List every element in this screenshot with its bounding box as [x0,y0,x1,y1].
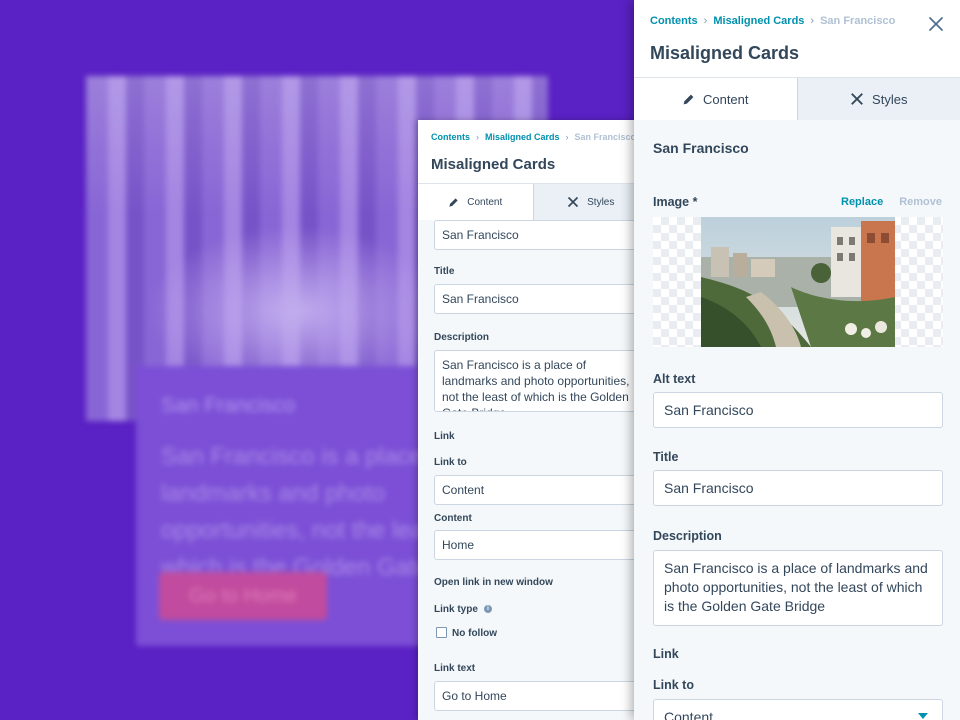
link-to-label: Link to [653,678,694,692]
tab-label: Content [467,196,503,208]
editor-panel-front: Contents › Misaligned Cards › San Francisco … [634,0,960,720]
tab-label: Content [702,91,749,107]
replace-image-button[interactable]: Replace [841,196,883,208]
preview-card-title: San Francisco [161,394,296,417]
san-francisco-photo [701,217,895,347]
styles-icon [568,196,579,208]
page-title: Misaligned Cards [650,43,800,63]
alt-text-input[interactable]: San Francisco [434,220,648,250]
tab-label: Styles [872,91,908,107]
tab-bar: Content Styles [418,183,648,221]
info-icon[interactable]: i [483,605,492,614]
open-new-window-label: Open link in new window [434,577,553,588]
title-label: Title [434,266,455,277]
breadcrumb: Contents › Misaligned Cards › San Francisco [431,132,637,142]
page-title: Misaligned Cards [431,156,556,173]
styles-icon [851,93,863,105]
link-to-label: Link to [434,457,467,468]
no-follow-label: No follow [452,628,497,639]
remove-image-button[interactable]: Remove [899,196,942,208]
pencil-icon [449,197,458,207]
title-label: Title [653,450,679,464]
breadcrumb-misaligned-cards[interactable]: Misaligned Cards [713,15,804,27]
image-actions: Replace Remove [841,196,942,208]
tab-label: Styles [587,196,615,208]
description-label: Description [653,529,722,543]
editor-panel-back: Contents › Misaligned Cards › San Francisco … [418,120,648,720]
title-input[interactable]: San Francisco [434,284,648,314]
tab-styles[interactable]: Styles [532,184,648,220]
link-heading: Link [653,647,679,661]
link-type-text: Link type [434,604,478,615]
tab-content[interactable]: Content [418,184,533,220]
breadcrumb: Contents › Misaligned Cards › San Francisco [650,15,896,27]
description-label: Description [434,332,490,343]
breadcrumb-current: San Francisco [820,15,896,27]
content-label: Content [434,513,472,524]
pencil-icon [683,94,694,104]
content-select[interactable]: Home [434,530,648,560]
alt-text-label: Alt text [653,372,696,386]
link-type-label: Link type i [434,604,492,615]
title-input[interactable]: San Francisco [653,470,943,506]
tab-content[interactable]: Content [634,78,797,120]
image-preview[interactable] [653,217,943,347]
section-title: San Francisco [653,140,749,156]
link-to-select[interactable]: Content [653,699,943,720]
alt-text-input[interactable]: San Francisco [653,392,943,428]
link-to-value: Content [664,709,714,720]
tab-bar: Content Styles [634,77,960,121]
breadcrumb-contents[interactable]: Contents [650,15,698,27]
preview-card-button: Go to Home [159,572,327,620]
link-text-input[interactable]: Go to Home [434,681,648,711]
link-heading: Link [434,431,455,442]
panel-body: San Francisco Title San Francisco Descri… [418,220,648,720]
chevron-down-icon [918,713,928,719]
breadcrumb-contents[interactable]: Contents [431,132,470,142]
breadcrumb-misaligned-cards[interactable]: Misaligned Cards [485,132,560,142]
breadcrumb-current: San Francisco [574,132,637,142]
image-label: Image * [653,195,698,209]
description-textarea[interactable]: San Francisco is a place of landmarks an… [653,550,943,626]
link-to-select[interactable]: Content [434,475,648,505]
link-text-label: Link text [434,663,476,674]
tab-styles[interactable]: Styles [796,78,960,120]
description-textarea[interactable]: San Francisco is a place of landmarks an… [434,350,644,412]
close-icon[interactable] [926,14,946,34]
no-follow-checkbox[interactable] [436,627,447,638]
